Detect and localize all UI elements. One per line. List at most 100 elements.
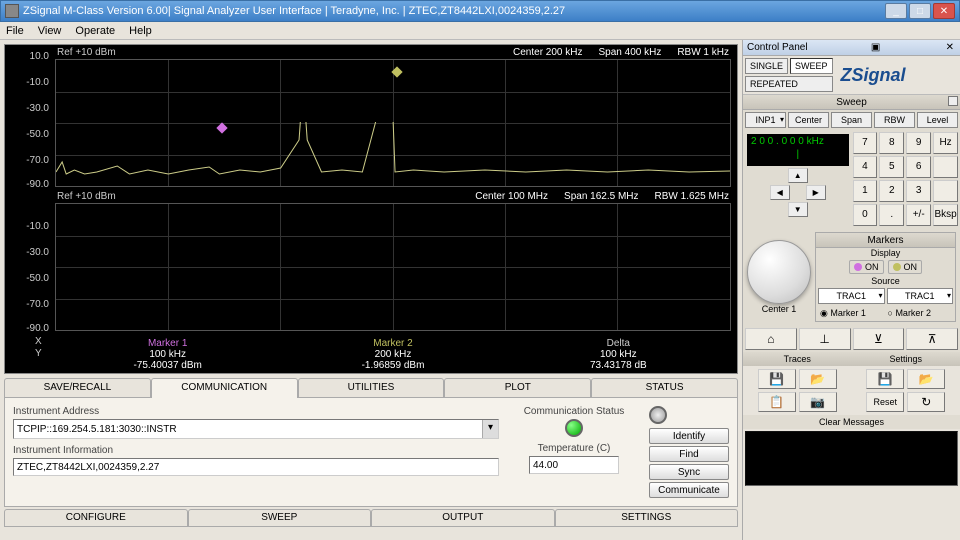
rbw-readout-2: RBW 1.625 MHz: [655, 191, 729, 202]
level-button[interactable]: Level: [917, 112, 958, 128]
addr-label: Instrument Address: [13, 406, 499, 417]
marker1-radio[interactable]: ◉ Marker 1: [820, 308, 884, 319]
marker1-x: 100 kHz: [55, 349, 280, 360]
y-axis-label: Y: [35, 348, 42, 359]
key-1[interactable]: 1: [853, 180, 878, 202]
control-panel-header: Control Panel ▣ ✕: [743, 40, 960, 56]
window-title: ZSignal M-Class Version 6.00| Signal Ana…: [23, 5, 883, 17]
key-3[interactable]: 3: [906, 180, 931, 202]
temp-label: Temperature (C): [509, 443, 639, 454]
numeric-keypad: 7 8 9 Hz 4 5 6 1 2 3 0 . +/- Bksp: [853, 132, 959, 226]
menu-operate[interactable]: Operate: [75, 25, 115, 37]
center-dial[interactable]: [747, 240, 811, 304]
marker2-y: -1.96859 dBm: [280, 360, 505, 371]
arrow-down-button[interactable]: ▼: [788, 202, 808, 217]
marker1-source-select[interactable]: TRAC1: [818, 288, 885, 304]
tab-status[interactable]: STATUS: [591, 378, 738, 398]
y-tick: -10.0: [7, 77, 49, 88]
btab-output[interactable]: OUTPUT: [371, 509, 555, 527]
sync-button[interactable]: Sync: [649, 464, 729, 480]
instrument-info-field[interactable]: [13, 458, 499, 476]
refresh-button[interactable]: ↻: [907, 392, 945, 412]
key-0[interactable]: 0: [853, 204, 878, 226]
chevron-down-icon[interactable]: ▾: [482, 420, 498, 438]
trace-camera-button[interactable]: 📷: [799, 392, 837, 412]
find-button[interactable]: Find: [649, 446, 729, 462]
center-dial-label: Center 1: [747, 304, 811, 314]
marker-tool-1[interactable]: ⌂: [745, 328, 797, 350]
rbw-readout-1: RBW 1 kHz: [677, 47, 729, 58]
trace-1: [56, 122, 730, 182]
btab-sweep[interactable]: SWEEP: [188, 509, 372, 527]
minimize-button[interactable]: _: [885, 3, 907, 19]
delta-x: 100 kHz: [506, 349, 731, 360]
rbw-button[interactable]: RBW: [874, 112, 915, 128]
marker2-x: 200 kHz: [280, 349, 505, 360]
identify-button[interactable]: Identify: [649, 428, 729, 444]
trace-save-button[interactable]: 💾: [758, 369, 796, 389]
menu-view[interactable]: View: [38, 25, 62, 37]
center-button[interactable]: Center: [788, 112, 829, 128]
reset-button[interactable]: Reset: [866, 392, 904, 412]
marker2-source-select[interactable]: TRAC1: [887, 288, 954, 304]
marker-tool-4[interactable]: ⊼: [906, 328, 958, 350]
key-hz[interactable]: Hz: [933, 132, 958, 154]
communicate-button[interactable]: Communicate: [649, 482, 729, 498]
tab-utilities[interactable]: UTILITIES: [298, 378, 445, 398]
y-tick: -50.0: [7, 129, 49, 140]
traces-header: Traces: [743, 352, 852, 366]
y-tick: -10.0: [7, 221, 49, 232]
collapse-icon[interactable]: [948, 96, 958, 106]
key-4[interactable]: 4: [853, 156, 878, 178]
arrow-right-button[interactable]: ▶: [806, 185, 826, 200]
spectrum-plot[interactable]: Ref +10 dBm Center 200 kHz Span 400 kHz …: [4, 44, 738, 374]
x-axis-label: X: [35, 336, 42, 347]
close-button[interactable]: ✕: [933, 3, 955, 19]
marker-tool-2[interactable]: ⊥: [799, 328, 851, 350]
marker2-radio[interactable]: ○ Marker 2: [888, 308, 952, 319]
settings-open-button[interactable]: 📂: [907, 369, 945, 389]
span-button[interactable]: Span: [831, 112, 872, 128]
key-blank1[interactable]: [933, 156, 958, 178]
key-7[interactable]: 7: [853, 132, 878, 154]
key-dot[interactable]: .: [879, 204, 904, 226]
gear-icon[interactable]: [649, 406, 667, 424]
key-sign[interactable]: +/-: [906, 204, 931, 226]
key-2[interactable]: 2: [879, 180, 904, 202]
key-bksp[interactable]: Bksp: [933, 204, 958, 226]
center-readout-2: Center 100 MHz: [475, 191, 548, 202]
cp-pin-icon[interactable]: ▣: [871, 42, 880, 53]
marker1-on-toggle[interactable]: ON: [849, 260, 884, 274]
arrow-left-button[interactable]: ◀: [770, 185, 790, 200]
settings-save-button[interactable]: 💾: [866, 369, 904, 389]
menu-file[interactable]: File: [6, 25, 24, 37]
key-8[interactable]: 8: [879, 132, 904, 154]
key-blank2[interactable]: [933, 180, 958, 202]
tab-communication[interactable]: COMMUNICATION: [151, 378, 298, 398]
control-panel-title: Control Panel: [747, 42, 808, 53]
trace-copy-button[interactable]: 📋: [758, 392, 796, 412]
key-5[interactable]: 5: [879, 156, 904, 178]
sweep-button[interactable]: SWEEP: [790, 58, 833, 74]
key-6[interactable]: 6: [906, 156, 931, 178]
temperature-field[interactable]: [529, 456, 619, 474]
y-tick: -30.0: [7, 247, 49, 258]
maximize-button[interactable]: □: [909, 3, 931, 19]
btab-configure[interactable]: CONFIGURE: [4, 509, 188, 527]
tab-saverecall[interactable]: SAVE/RECALL: [4, 378, 151, 398]
input-select[interactable]: INP1: [745, 112, 786, 128]
instrument-address-combo[interactable]: TCPIP::169.254.5.181:3030::INSTR▾: [13, 419, 499, 439]
tab-plot[interactable]: PLOT: [444, 378, 591, 398]
single-button[interactable]: SINGLE: [745, 58, 788, 74]
marker2-on-toggle[interactable]: ON: [888, 260, 923, 274]
marker-tool-3[interactable]: ⊻: [853, 328, 905, 350]
span-readout-2: Span 162.5 MHz: [564, 191, 639, 202]
btab-settings[interactable]: SETTINGS: [555, 509, 739, 527]
trace-open-button[interactable]: 📂: [799, 369, 837, 389]
clear-messages-button[interactable]: Clear Messages: [743, 415, 960, 429]
arrow-up-button[interactable]: ▲: [788, 168, 808, 183]
repeated-button[interactable]: REPEATED: [745, 76, 833, 92]
key-9[interactable]: 9: [906, 132, 931, 154]
menu-help[interactable]: Help: [129, 25, 152, 37]
cp-close-icon[interactable]: ✕: [946, 42, 954, 53]
